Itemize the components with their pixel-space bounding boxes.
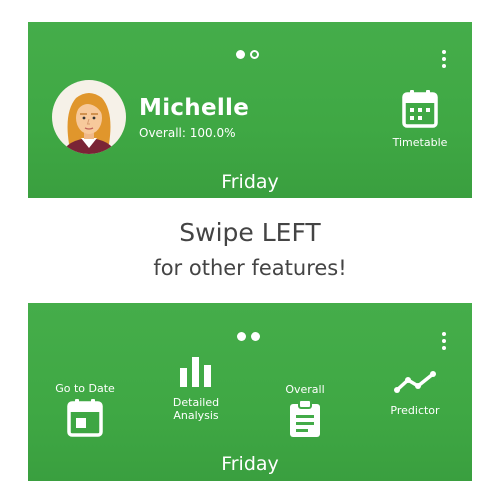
day-label-top: Friday: [221, 171, 279, 193]
calendar-icon: [67, 399, 103, 437]
go-to-date-label: Go to Date: [55, 382, 115, 395]
caption-line-1: Swipe LEFT: [179, 218, 321, 247]
bar-chart-icon: [180, 357, 211, 387]
detailed-analysis-label-1: Detailed: [172, 396, 220, 409]
bottom-panel: Go to Date Detailed Analysis Overall Pre…: [28, 303, 472, 481]
predictor-label: Predictor: [390, 404, 440, 417]
page-dot-active: [251, 332, 260, 341]
detailed-analysis-label-2: Analysis: [173, 409, 219, 422]
overall-button[interactable]: Overall: [265, 383, 345, 441]
avatar-illustration: [61, 93, 117, 154]
page-dot-inactive: [250, 50, 259, 59]
calendar-icon: [402, 90, 438, 128]
more-vert-icon[interactable]: [441, 332, 447, 350]
page-indicator-bottom: [237, 332, 260, 341]
day-label-bottom: Friday: [221, 453, 279, 475]
user-name: Michelle: [139, 95, 250, 121]
timetable-button[interactable]: Timetable: [390, 90, 450, 149]
clipboard-icon: [290, 399, 320, 437]
more-vert-icon[interactable]: [441, 50, 447, 68]
top-panel: Michelle Overall: 100.0% Timetable Frida…: [28, 22, 472, 198]
avatar[interactable]: [52, 80, 126, 154]
page-indicator-top: [236, 50, 259, 59]
overall-label: Overall: [285, 383, 325, 396]
caption-line-2: for other features!: [153, 256, 347, 280]
timetable-label: Timetable: [392, 136, 448, 149]
overall-percentage: Overall: 100.0%: [139, 126, 236, 140]
go-to-date-button[interactable]: Go to Date: [45, 382, 125, 440]
page-dot-active: [236, 50, 245, 59]
page-dot-inactive: [237, 332, 246, 341]
trend-line-icon: [394, 371, 436, 393]
detailed-analysis-button[interactable]: Detailed Analysis: [156, 357, 236, 422]
predictor-button[interactable]: Predictor: [375, 371, 455, 417]
